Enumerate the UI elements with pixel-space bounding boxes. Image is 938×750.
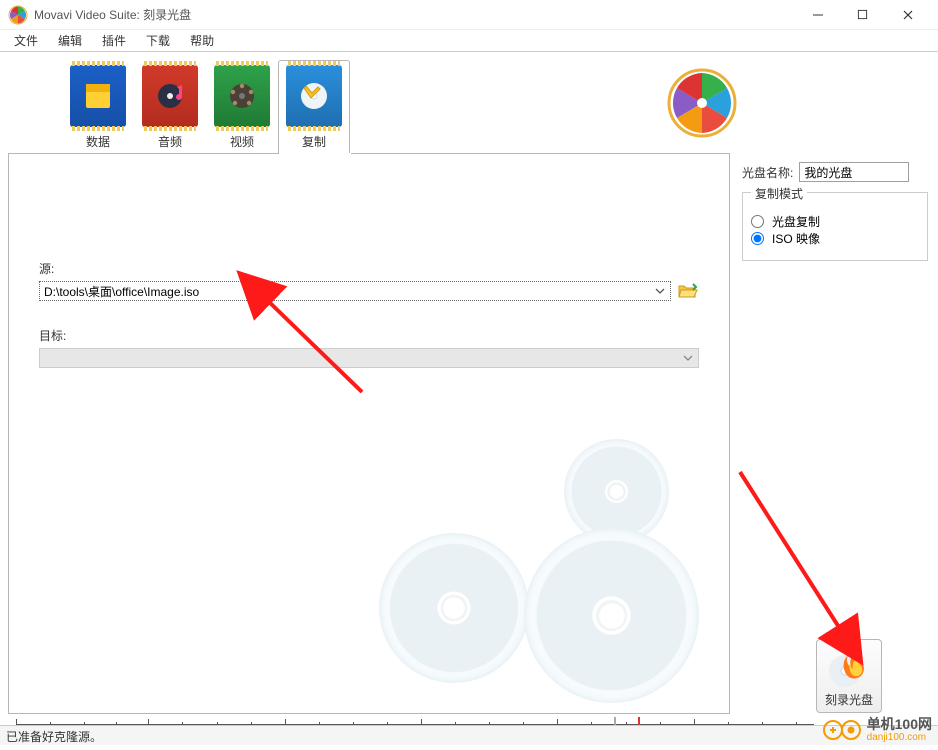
burn-disc-icon bbox=[827, 645, 871, 689]
menu-download[interactable]: 下载 bbox=[136, 30, 180, 51]
close-button[interactable] bbox=[885, 1, 930, 29]
menu-help[interactable]: 帮助 bbox=[180, 30, 224, 51]
title-bar: Movavi Video Suite: 刻录光盘 bbox=[0, 0, 938, 30]
source-label: 源: bbox=[39, 260, 699, 277]
minimize-button[interactable] bbox=[795, 1, 840, 29]
radio-disc-copy-label: 光盘复制 bbox=[772, 213, 820, 230]
side-panel: 光盘名称: 复制模式 光盘复制 ISO 映像 bbox=[738, 154, 938, 714]
disc-name-input[interactable] bbox=[799, 162, 909, 182]
radio-iso-image[interactable]: ISO 映像 bbox=[751, 227, 919, 250]
tab-video[interactable]: 视频 bbox=[206, 60, 278, 154]
app-logo-icon bbox=[666, 67, 738, 139]
disc-decor-icon bbox=[524, 528, 699, 703]
copy-rug-icon bbox=[286, 65, 342, 127]
copy-mode-group: 复制模式 光盘复制 ISO 映像 bbox=[742, 192, 928, 261]
audio-rug-icon bbox=[142, 65, 198, 127]
disc-decor-icon bbox=[379, 533, 529, 683]
window-title: Movavi Video Suite: 刻录光盘 bbox=[34, 6, 795, 23]
window-controls bbox=[795, 1, 930, 29]
tab-audio[interactable]: 音频 bbox=[134, 60, 206, 154]
watermark-icon bbox=[823, 719, 863, 741]
copy-mode-title: 复制模式 bbox=[751, 185, 807, 202]
tab-audio-label: 音频 bbox=[158, 133, 182, 150]
burn-label: 刻录光盘 bbox=[825, 691, 873, 708]
tab-data[interactable]: 数据 bbox=[62, 60, 134, 154]
radio-iso-label: ISO 映像 bbox=[772, 230, 820, 247]
menu-plugins[interactable]: 插件 bbox=[92, 30, 136, 51]
menu-file[interactable]: 文件 bbox=[4, 30, 48, 51]
watermark-line2: danji100.com bbox=[867, 732, 932, 743]
burn-disc-button[interactable]: 刻录光盘 bbox=[816, 639, 882, 713]
menu-edit[interactable]: 编辑 bbox=[48, 30, 92, 51]
chevron-down-icon bbox=[654, 285, 666, 297]
status-text: 已准备好克隆源。 bbox=[6, 730, 102, 744]
main-panel: 源: D:\tools\桌面\office\Image.iso bbox=[8, 153, 730, 714]
tab-video-label: 视频 bbox=[230, 133, 254, 150]
folder-open-icon bbox=[678, 282, 698, 300]
disc-name-label: 光盘名称: bbox=[742, 164, 793, 181]
tab-data-label: 数据 bbox=[86, 133, 110, 150]
chevron-down-icon bbox=[682, 352, 694, 364]
video-rug-icon bbox=[214, 65, 270, 127]
menu-bar: 文件 编辑 插件 下载 帮助 bbox=[0, 30, 938, 52]
target-label: 目标: bbox=[39, 327, 699, 344]
tab-copy-label: 复制 bbox=[302, 133, 326, 150]
toolbar: 数据 音频 视频 复制 bbox=[0, 52, 938, 154]
watermark-line1: 单机100网 bbox=[867, 717, 932, 732]
watermark: 单机100网 danji100.com bbox=[823, 717, 932, 743]
browse-button[interactable] bbox=[677, 281, 699, 301]
data-rug-icon bbox=[70, 65, 126, 127]
source-value: D:\tools\桌面\office\Image.iso bbox=[44, 283, 199, 300]
app-icon bbox=[8, 5, 28, 25]
tab-copy[interactable]: 复制 bbox=[278, 60, 350, 154]
source-dropdown[interactable]: D:\tools\桌面\office\Image.iso bbox=[39, 281, 671, 301]
status-bar: 已准备好克隆源。 bbox=[0, 725, 938, 745]
target-dropdown[interactable] bbox=[39, 348, 699, 368]
maximize-button[interactable] bbox=[840, 1, 885, 29]
